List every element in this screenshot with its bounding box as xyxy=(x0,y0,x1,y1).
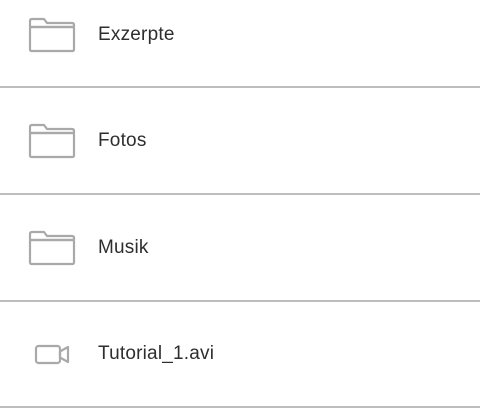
list-item-exzerpte[interactable]: Exzerpte xyxy=(0,0,480,87)
file-list: Exzerpte Fotos Musik Tutorial_1.avi xyxy=(0,0,480,420)
folder-icon xyxy=(28,17,76,53)
list-item-label: Exzerpte xyxy=(98,24,175,45)
list-item-label: Fotos xyxy=(98,130,147,151)
divider xyxy=(0,86,480,88)
video-icon xyxy=(34,344,70,365)
list-item-label: Musik xyxy=(98,237,149,258)
divider xyxy=(0,406,480,408)
list-item-fotos[interactable]: Fotos xyxy=(0,89,480,193)
list-item-label: Tutorial_1.avi xyxy=(98,343,215,364)
folder-icon xyxy=(28,230,76,266)
list-item-tutorial-1-avi[interactable]: Tutorial_1.avi xyxy=(0,302,480,406)
list-item-musik[interactable]: Musik xyxy=(0,196,480,300)
folder-icon xyxy=(28,123,76,159)
divider xyxy=(0,193,480,195)
